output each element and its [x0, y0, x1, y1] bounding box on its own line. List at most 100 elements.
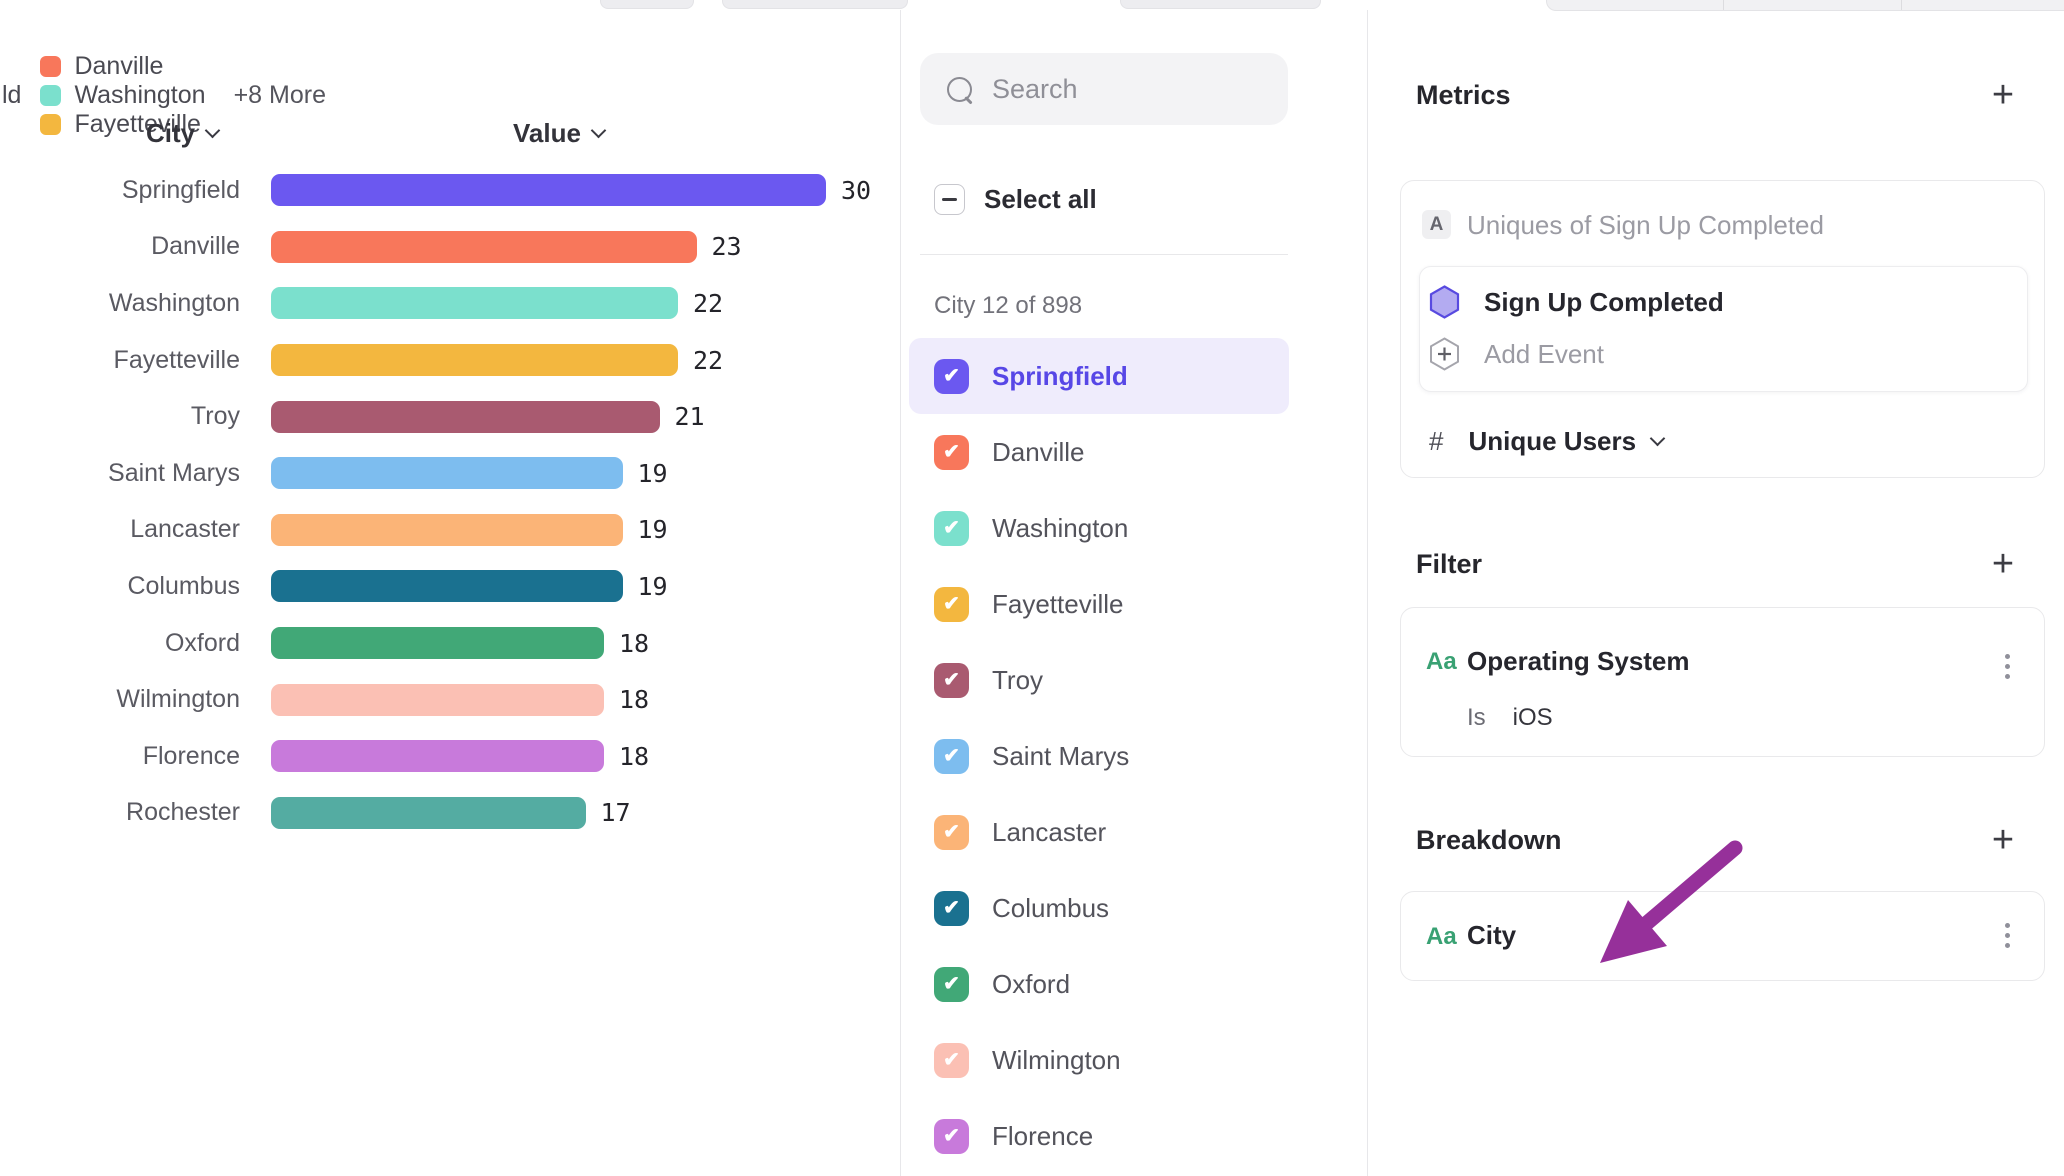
value-bar[interactable] — [271, 797, 586, 829]
legend-more-label[interactable]: +8 More — [234, 81, 326, 110]
divider — [920, 254, 1288, 255]
value-bar[interactable] — [271, 174, 826, 206]
city-checkbox[interactable]: ✔ — [934, 739, 969, 774]
bar-value-label: 19 — [638, 459, 668, 488]
legend-label: Washington — [74, 81, 205, 110]
select-all-checkbox[interactable] — [934, 184, 965, 215]
search-input[interactable]: Search — [920, 53, 1288, 125]
property-type-icon: Aa — [1426, 923, 1457, 951]
value-bar[interactable] — [271, 570, 623, 602]
add-breakdown-button[interactable]: + — [1983, 821, 2023, 861]
legend-item[interactable]: Danville — [40, 52, 205, 81]
chart-row: Springfield30 — [0, 162, 900, 219]
sort-header-city[interactable]: City — [146, 118, 218, 149]
chart-city-label: Saint Marys — [0, 459, 240, 488]
city-option[interactable]: ✔Springfield — [909, 338, 1289, 414]
filter-property-label[interactable]: Operating System — [1467, 646, 1690, 677]
legend-item[interactable]: Washington — [40, 81, 205, 110]
checkmark-icon: ✔ — [943, 442, 960, 462]
city-checkbox[interactable]: ✔ — [934, 511, 969, 546]
chart-row: Rochester17 — [0, 785, 900, 842]
checkmark-icon: ✔ — [943, 670, 960, 690]
city-option[interactable]: ✔Troy — [909, 642, 1289, 718]
checkmark-icon: ✔ — [943, 518, 960, 538]
chart-city-label: Wilmington — [0, 685, 240, 714]
city-option[interactable]: ✔ Washington — [909, 490, 1289, 566]
city-option[interactable]: ✔ Columbus — [909, 870, 1289, 946]
value-bar[interactable] — [271, 514, 623, 546]
add-metric-button[interactable]: + — [1983, 76, 2023, 116]
city-option[interactable]: ✔Fayetteville — [909, 566, 1289, 642]
city-option[interactable]: ✔Florence — [909, 1098, 1289, 1174]
city-option[interactable]: ✔Danville — [909, 414, 1289, 490]
app-root: ld DanvilleWashingtonFayetteville +8 Mor… — [0, 0, 2064, 1176]
filter-section-title: Filter — [1416, 549, 1482, 580]
toolbar-chip — [722, 0, 908, 9]
city-selector-panel: Search Select all City 12 of 898 ✔Spring… — [900, 10, 1368, 1176]
filter-value-label[interactable]: iOS — [1513, 704, 1553, 732]
legend-item-clipped[interactable]: ld — [2, 81, 21, 110]
value-bar[interactable] — [271, 684, 604, 716]
value-header-label: Value — [513, 118, 581, 149]
city-option[interactable]: ✔ Lancaster — [909, 794, 1289, 870]
city-option[interactable]: ✔Oxford — [909, 946, 1289, 1022]
select-all-row[interactable]: Select all — [934, 184, 1097, 215]
city-checkbox[interactable]: ✔ — [934, 891, 969, 926]
chart-row: Troy21 — [0, 388, 900, 445]
city-checkbox[interactable]: ✔ — [934, 1119, 969, 1154]
value-bar[interactable] — [271, 627, 604, 659]
breakdown-section-title: Breakdown — [1416, 825, 1562, 856]
city-checkbox[interactable]: ✔ — [934, 587, 969, 622]
checkmark-icon: ✔ — [943, 1050, 960, 1070]
chart-row: Columbus19 — [0, 558, 900, 615]
bar-chart: Springfield30Danville23Washington22Fayet… — [0, 162, 900, 841]
sort-header-value[interactable]: Value — [513, 118, 604, 149]
city-checkbox[interactable]: ✔ — [934, 359, 969, 394]
city-header-label: City — [146, 118, 195, 149]
bar-value-label: 22 — [693, 346, 723, 375]
value-bar[interactable] — [271, 287, 678, 319]
city-checkbox[interactable]: ✔ — [934, 815, 969, 850]
chart-city-label: Lancaster — [0, 515, 240, 544]
checkmark-icon: ✔ — [943, 898, 960, 918]
city-checkbox[interactable]: ✔ — [934, 435, 969, 470]
measure-dropdown[interactable]: # Unique Users — [1429, 421, 1663, 461]
city-checkbox[interactable]: ✔ — [934, 1043, 969, 1078]
city-option[interactable]: ✔ Saint Marys — [909, 718, 1289, 794]
event-card: Sign Up Completed Add Event — [1419, 266, 2028, 392]
event-row[interactable]: Sign Up Completed — [1429, 278, 1724, 326]
toolbar-chip — [1120, 0, 1321, 9]
chart-city-label: Danville — [0, 232, 240, 261]
value-bar[interactable] — [271, 344, 678, 376]
metrics-section-title: Metrics — [1416, 80, 1511, 111]
kebab-menu-icon[interactable] — [2001, 919, 2014, 952]
chart-city-label: Oxford — [0, 629, 240, 658]
checkmark-icon: ✔ — [943, 1126, 960, 1146]
breakdown-property-label[interactable]: City — [1467, 920, 1516, 951]
chart-city-label: Columbus — [0, 572, 240, 601]
chart-row: Fayetteville22 — [0, 332, 900, 389]
city-checkbox[interactable]: ✔ — [934, 663, 969, 698]
kebab-menu-icon[interactable] — [2001, 650, 2014, 683]
toolbar-chip — [600, 0, 694, 9]
city-option[interactable]: ✔Wilmington — [909, 1022, 1289, 1098]
value-bar[interactable] — [271, 740, 604, 772]
city-option-label: Saint Marys — [992, 741, 1129, 772]
value-bar[interactable] — [271, 401, 660, 433]
filter-condition-row[interactable]: Is iOS — [1467, 704, 1553, 732]
city-checkbox[interactable]: ✔ — [934, 967, 969, 1002]
indeterminate-icon — [942, 198, 957, 201]
bar-value-label: 21 — [675, 402, 705, 431]
city-option-label: Lancaster — [992, 817, 1106, 848]
bar-value-label: 22 — [693, 289, 723, 318]
chart-city-label: Florence — [0, 742, 240, 771]
city-option-label: Columbus — [992, 893, 1109, 924]
city-option-label: Washington — [992, 513, 1128, 544]
metric-card: A Uniques of Sign Up Completed Sign Up C… — [1400, 180, 2045, 478]
event-name-label: Sign Up Completed — [1484, 287, 1724, 318]
value-bar[interactable] — [271, 457, 623, 489]
add-event-row[interactable]: Add Event — [1429, 330, 1604, 378]
value-bar[interactable] — [271, 231, 697, 263]
add-filter-button[interactable]: + — [1983, 545, 2023, 585]
filter-operator-label[interactable]: Is — [1467, 704, 1486, 732]
